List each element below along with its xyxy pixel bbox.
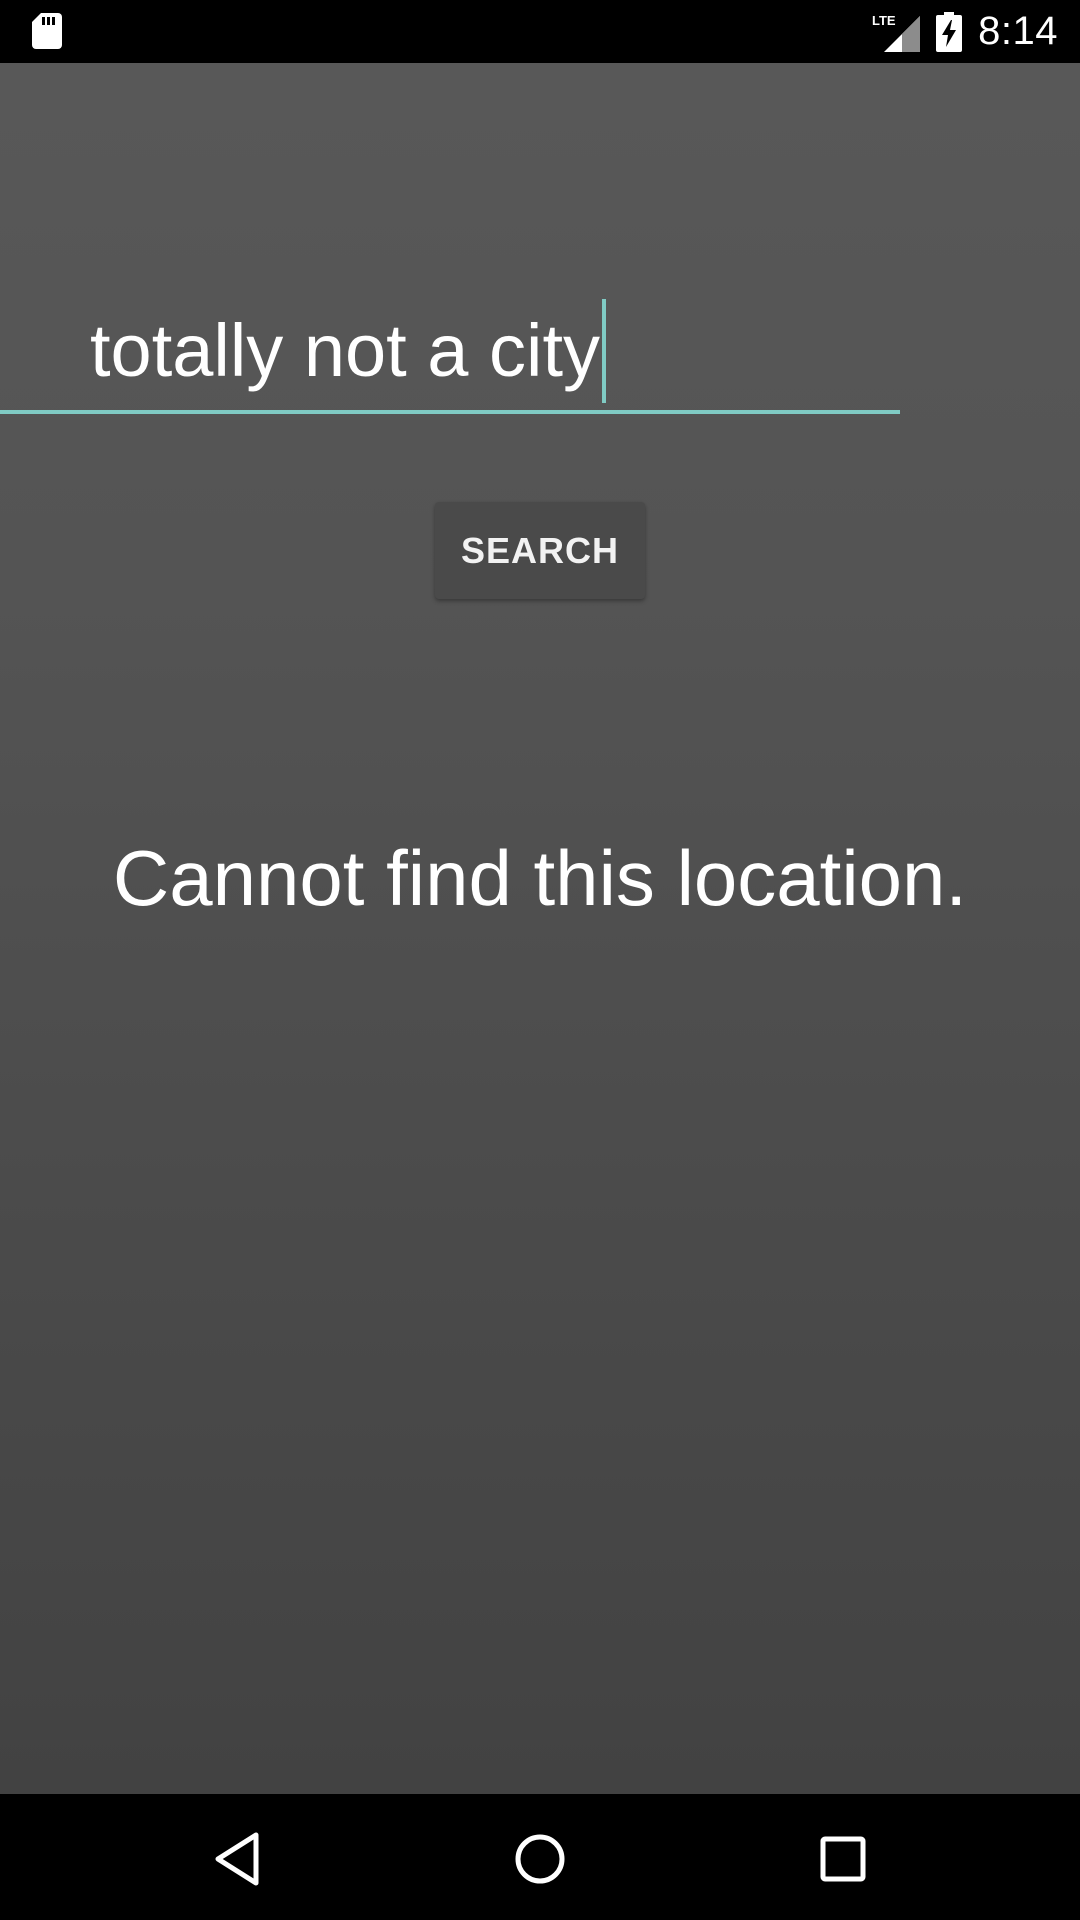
home-icon	[515, 1834, 565, 1884]
error-message: Cannot find this location.	[112, 834, 968, 922]
lte-signal-icon: LTE	[872, 13, 921, 52]
sd-card-icon	[32, 13, 62, 49]
battery-charging-icon	[936, 11, 963, 52]
recents-icon	[820, 1836, 866, 1882]
back-icon	[215, 1832, 259, 1886]
status-bar: LTE 8:14	[0, 0, 1080, 63]
search-button[interactable]: SEARCH	[435, 502, 645, 599]
navigation-bar	[0, 1794, 1080, 1920]
recents-button[interactable]	[798, 1814, 888, 1904]
text-cursor	[602, 298, 607, 403]
search-button-label: SEARCH	[460, 529, 619, 571]
city-search-input[interactable]: totally not a city	[90, 293, 990, 423]
lte-label: LTE	[872, 13, 896, 28]
search-input-value[interactable]: totally not a city	[90, 293, 607, 408]
screen: LTE 8:14 totally not a city SEARCH Canno…	[0, 0, 1080, 1920]
search-input-underline	[0, 410, 900, 414]
home-button[interactable]	[495, 1814, 585, 1904]
status-icons: LTE 8:14	[872, 0, 1058, 63]
app-content: totally not a city SEARCH Cannot find th…	[0, 63, 1080, 1794]
clock: 8:14	[978, 9, 1058, 53]
back-button[interactable]	[192, 1814, 282, 1904]
search-input-text: totally not a city	[90, 309, 601, 392]
